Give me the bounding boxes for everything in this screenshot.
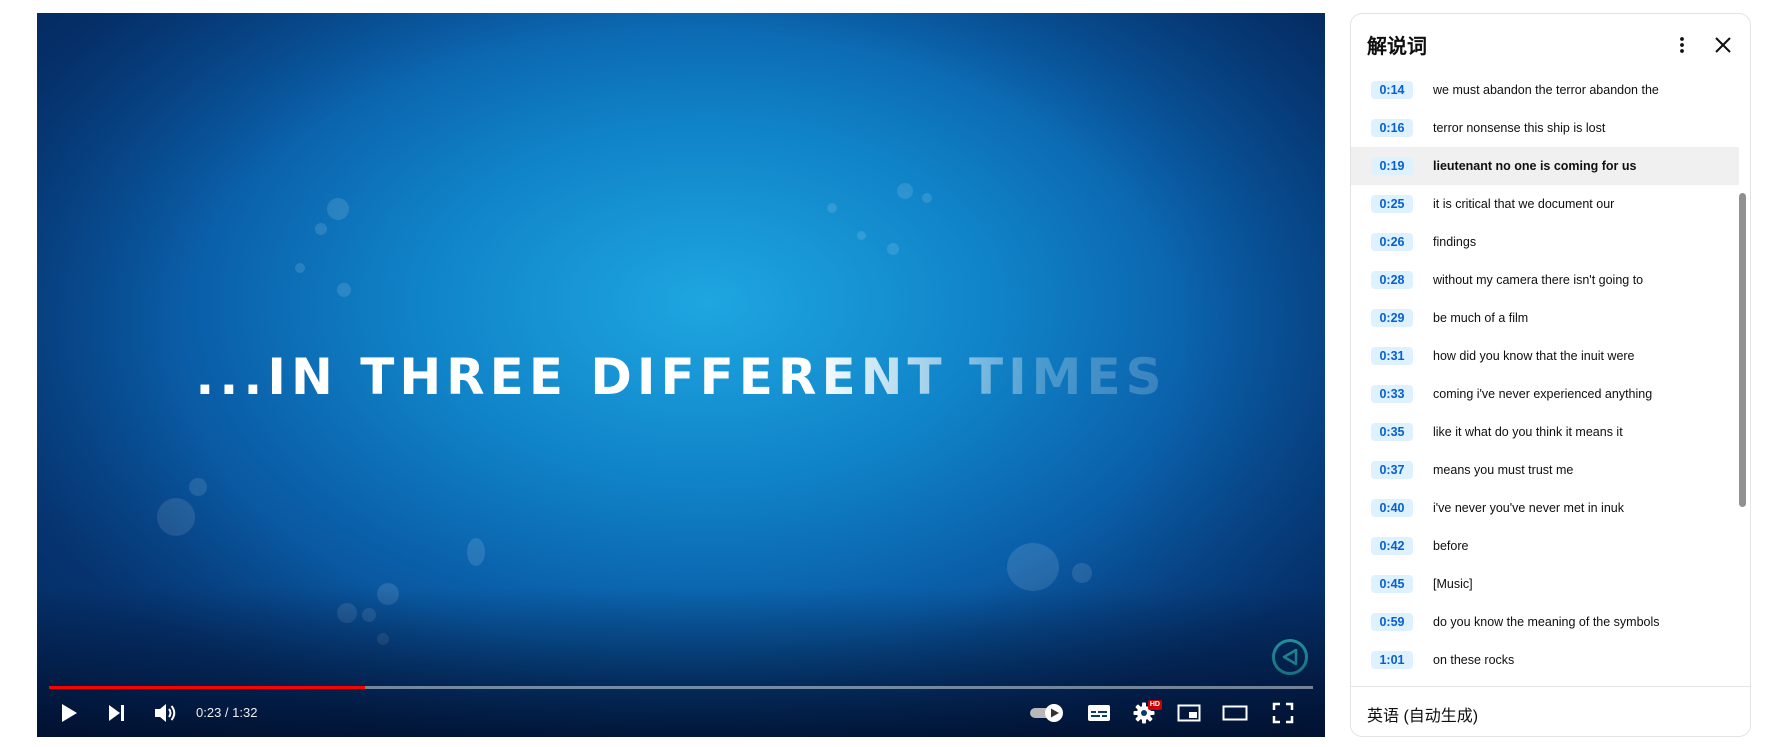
- video-player[interactable]: ...IN THREE DIFFERENT TIMES 0:23 / 1:32: [37, 13, 1325, 737]
- theater-mode-icon: [1222, 705, 1248, 721]
- transcript-language-selector[interactable]: 英语 (自动生成): [1367, 702, 1478, 726]
- segment-text: do you know the meaning of the symbols: [1433, 615, 1660, 629]
- transcript-segment[interactable]: 0:45 [Music]: [1351, 565, 1739, 603]
- autoplay-toggle[interactable]: [1022, 689, 1072, 737]
- segment-text: on these rocks: [1433, 653, 1515, 667]
- play-icon: [62, 704, 77, 722]
- segment-text: i've never you've never met in inuk: [1433, 501, 1624, 515]
- segment-timestamp: 0:28: [1371, 271, 1413, 289]
- transcript-segment[interactable]: 0:33 coming i've never experienced anythi…: [1351, 375, 1739, 413]
- segment-timestamp: 0:33: [1371, 385, 1413, 403]
- segment-text: [Music]: [1433, 577, 1473, 591]
- segment-text: terror nonsense this ship is lost: [1433, 121, 1606, 135]
- transcript-segment[interactable]: 0:26 findings: [1351, 223, 1739, 261]
- transcript-segment[interactable]: 0:14 we must abandon the terror abandon t…: [1351, 71, 1739, 109]
- transcript-title: 解说词: [1367, 36, 1427, 58]
- transcript-segment[interactable]: 0:59 do you know the meaning of the symbo…: [1351, 603, 1739, 641]
- transcript-segment-list: 0:14 we must abandon the terror abandon t…: [1351, 71, 1739, 679]
- theater-mode-button[interactable]: [1213, 689, 1257, 737]
- transcript-segment[interactable]: 1:01 on these rocks: [1351, 641, 1739, 679]
- close-icon: [1715, 37, 1731, 53]
- transcript-segment[interactable]: 0:37 means you must trust me: [1351, 451, 1739, 489]
- segment-timestamp: 0:42: [1371, 537, 1413, 555]
- video-caption-text: ...IN THREE DIFFERENT TIMES: [37, 348, 1325, 406]
- transcript-segment[interactable]: 0:42 before: [1351, 527, 1739, 565]
- fullscreen-button[interactable]: [1262, 689, 1304, 737]
- segment-timestamp: 0:26: [1371, 233, 1413, 251]
- transcript-segment[interactable]: 0:31 how did you know that the inuit were: [1351, 337, 1739, 375]
- transcript-segment[interactable]: 0:35 like it what do you think it means i…: [1351, 413, 1739, 451]
- segment-text: findings: [1433, 235, 1477, 249]
- transcript-segment[interactable]: 0:29 be much of a film: [1351, 299, 1739, 337]
- segment-timestamp: 0:14: [1371, 81, 1413, 99]
- volume-icon: [155, 704, 176, 722]
- player-controls: 0:23 / 1:32 HD: [37, 689, 1325, 737]
- segment-timestamp: 0:40: [1371, 499, 1413, 517]
- segment-text: lieutenant no one is coming for us: [1433, 159, 1637, 173]
- miniplayer-button[interactable]: [1168, 689, 1210, 737]
- transcript-panel: 解说词 0:14 we must abandon the terror aband…: [1350, 13, 1751, 737]
- segment-timestamp: 0:31: [1371, 347, 1413, 365]
- segment-timestamp: 0:45: [1371, 575, 1413, 593]
- segment-text: be much of a film: [1433, 311, 1529, 325]
- segment-text: means you must trust me: [1433, 463, 1574, 477]
- segment-text: before: [1433, 539, 1469, 553]
- segment-timestamp: 0:59: [1371, 613, 1413, 631]
- volume-button[interactable]: [144, 689, 186, 737]
- settings-button[interactable]: HD: [1123, 689, 1165, 737]
- transcript-scrollbar[interactable]: [1739, 193, 1746, 507]
- transcript-segment[interactable]: 0:19 lieutenant no one is coming for us: [1351, 147, 1739, 185]
- play-button[interactable]: [49, 689, 89, 737]
- transcript-segment[interactable]: 0:25 it is critical that we document our: [1351, 185, 1739, 223]
- segment-text: coming i've never experienced anything: [1433, 387, 1653, 401]
- footer-divider: [1351, 686, 1750, 687]
- time-display: 0:23 / 1:32: [196, 705, 258, 720]
- segment-timestamp: 0:19: [1371, 157, 1413, 175]
- segment-timestamp: 0:35: [1371, 423, 1413, 441]
- transcript-segment[interactable]: 0:16 terror nonsense this ship is lost: [1351, 109, 1739, 147]
- segment-text: without my camera there isn't going to: [1433, 273, 1644, 287]
- more-options-button[interactable]: [1667, 30, 1697, 60]
- subtitles-icon: [1088, 705, 1110, 721]
- segment-text: we must abandon the terror abandon the: [1433, 83, 1659, 97]
- close-button[interactable]: [1708, 30, 1738, 60]
- segment-text: it is critical that we document our: [1433, 197, 1615, 211]
- hd-badge: HD: [1147, 700, 1162, 710]
- subtitles-button[interactable]: [1078, 689, 1120, 737]
- next-icon: [109, 705, 124, 721]
- segment-timestamp: 0:25: [1371, 195, 1413, 213]
- transcript-segment[interactable]: 0:40 i've never you've never met in inuk: [1351, 489, 1739, 527]
- more-vert-icon: [1680, 37, 1684, 53]
- segment-text: how did you know that the inuit were: [1433, 349, 1635, 363]
- segment-timestamp: 0:29: [1371, 309, 1413, 327]
- segment-timestamp: 0:16: [1371, 119, 1413, 137]
- transcript-segment[interactable]: 0:28 without my camera there isn't going …: [1351, 261, 1739, 299]
- miniplayer-icon: [1177, 704, 1201, 722]
- segment-text: like it what do you think it means it: [1433, 425, 1623, 439]
- segment-timestamp: 1:01: [1371, 651, 1413, 669]
- autoplay-toggle-icon: [1030, 704, 1063, 722]
- next-button[interactable]: [97, 689, 137, 737]
- fullscreen-icon: [1272, 702, 1294, 724]
- segment-timestamp: 0:37: [1371, 461, 1413, 479]
